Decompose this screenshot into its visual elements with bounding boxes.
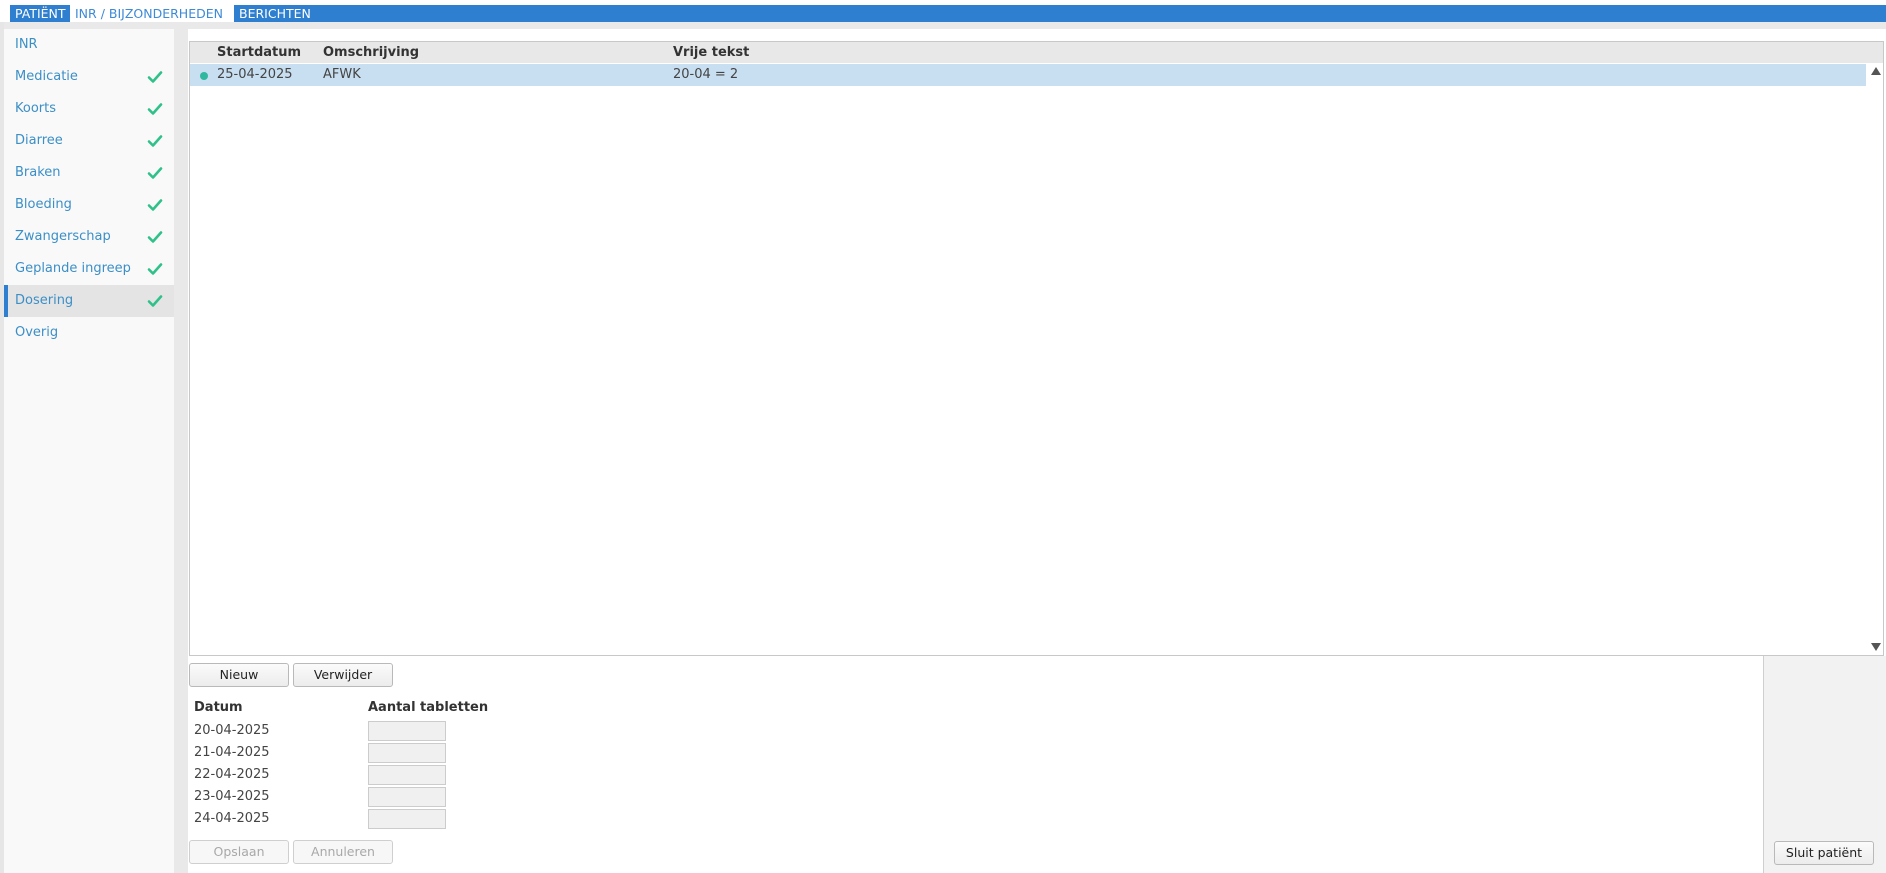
sidebar-item-braken[interactable]: Braken [4,157,174,189]
table-header: Startdatum Omschrijving Vrije tekst [190,42,1883,63]
sidebar-item-label: Dosering [15,293,74,308]
tablets-input[interactable] [368,787,446,807]
scroll-up-arrow-icon[interactable] [1871,67,1881,75]
check-icon [147,167,163,179]
cell-startdatum: 25-04-2025 [217,67,293,82]
dosage-tablets-header: Aantal tabletten [368,700,489,715]
sidebar-item-label: Bloeding [15,197,72,212]
header-divider [0,22,1886,29]
cell-vrije-tekst: 20-04 = 2 [673,67,739,82]
close-patient-button[interactable]: Sluit patiënt [1774,841,1874,865]
dosage-row: 21-04-2025 [194,742,494,764]
sidebar-item-label: Koorts [15,101,56,116]
sidebar-item-label: Geplande ingreep [15,261,131,276]
column-header-vrije-tekst[interactable]: Vrije tekst [673,42,749,63]
sidebar: INR Medicatie Koorts Diarree Braken Bloe… [4,29,174,873]
tablets-input[interactable] [368,809,446,829]
sidebar-divider [174,29,188,873]
column-header-omschrijving[interactable]: Omschrijving [323,42,419,63]
check-icon [147,135,163,147]
sidebar-item-bloeding[interactable]: Bloeding [4,189,174,221]
dosage-date: 20-04-2025 [194,723,270,738]
delete-button[interactable]: Verwijder [293,663,393,687]
cancel-button[interactable]: Annuleren [293,840,393,864]
sidebar-item-geplande-ingreep[interactable]: Geplande ingreep [4,253,174,285]
check-icon [147,71,163,83]
table-row[interactable]: 25-04-2025 AFWK 20-04 = 2 [190,64,1866,86]
scroll-down-arrow-icon[interactable] [1871,643,1881,651]
check-icon [147,263,163,275]
dosage-date: 23-04-2025 [194,789,270,804]
tab-berichten[interactable]: BERICHTEN [234,5,314,22]
sidebar-item-diarree[interactable]: Diarree [4,125,174,157]
sidebar-item-koorts[interactable]: Koorts [4,93,174,125]
dosage-date: 22-04-2025 [194,767,270,782]
column-header-startdatum[interactable]: Startdatum [217,42,301,63]
check-icon [147,231,163,243]
dosage-row: 20-04-2025 [194,720,494,742]
sidebar-item-label: Zwangerschap [15,229,111,244]
sidebar-item-label: Diarree [15,133,63,148]
dosage-records-table: Startdatum Omschrijving Vrije tekst 25-0… [189,41,1884,656]
dosage-row: 22-04-2025 [194,764,494,786]
sidebar-item-label: Medicatie [15,69,78,84]
sidebar-item-label: Overig [15,325,59,340]
tablets-input[interactable] [368,765,446,785]
dosage-date-header: Datum [194,700,243,715]
check-icon [147,295,163,307]
new-button[interactable]: Nieuw [189,663,289,687]
top-tab-bar: PATIËNT INR / BIJZONDERHEDEN BERICHTEN [10,5,1886,22]
tab-inr-bijzonderheden[interactable]: INR / BIJZONDERHEDEN [70,5,234,22]
sidebar-item-label: Braken [15,165,61,180]
tablets-input[interactable] [368,743,446,763]
dosage-date: 24-04-2025 [194,811,270,826]
sidebar-item-label: INR [15,37,38,52]
dosage-date: 21-04-2025 [194,745,270,760]
sidebar-item-medicatie[interactable]: Medicatie [4,61,174,93]
check-icon [147,103,163,115]
dosage-row: 23-04-2025 [194,786,494,808]
cell-omschrijving: AFWK [323,67,361,82]
sidebar-item-dosering[interactable]: Dosering [4,285,174,317]
sidebar-item-zwangerschap[interactable]: Zwangerschap [4,221,174,253]
sidebar-item-overig[interactable]: Overig [4,317,174,349]
dosage-row: 24-04-2025 [194,808,494,830]
sidebar-item-inr[interactable]: INR [4,29,174,61]
check-icon [147,199,163,211]
status-dot-icon [200,72,208,80]
tab-patient[interactable]: PATIËNT [10,5,70,22]
tablets-input[interactable] [368,721,446,741]
save-button[interactable]: Opslaan [189,840,289,864]
